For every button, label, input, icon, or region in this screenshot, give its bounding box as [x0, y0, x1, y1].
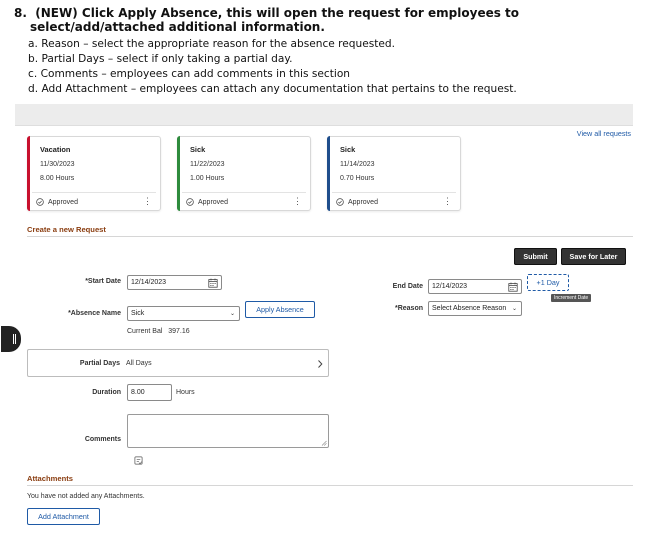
- check-circle-icon: [336, 198, 344, 206]
- calendar-icon[interactable]: [508, 282, 518, 292]
- card-hours: 1.00 Hours: [190, 175, 225, 182]
- step-item-marker: d.: [28, 83, 39, 95]
- card-status: Approved: [336, 198, 378, 206]
- step-heading-text: (NEW) Click Apply Absence, this will ope…: [30, 6, 520, 34]
- start-date-label: *Start Date: [85, 278, 121, 285]
- reason-select[interactable]: Select Absence Reason ⌄: [428, 301, 522, 316]
- absence-card-sick-1[interactable]: Sick 11/22/2023 1.00 Hours Approved ⋮: [177, 136, 311, 211]
- more-options-icon[interactable]: ⋮: [443, 197, 452, 206]
- more-options-icon[interactable]: ⋮: [143, 197, 152, 206]
- check-circle-icon: [36, 198, 44, 206]
- end-date-field[interactable]: 12/14/2023: [428, 279, 522, 294]
- submit-button[interactable]: Submit: [514, 248, 557, 265]
- step-item-text: Partial Days – select if only taking a p…: [41, 53, 293, 65]
- create-request-title: Create a new Request: [27, 225, 106, 234]
- partial-days-row[interactable]: Partial Days All Days: [27, 349, 329, 377]
- partial-days-value: All Days: [126, 360, 152, 367]
- calendar-icon[interactable]: [208, 278, 218, 288]
- save-for-later-button[interactable]: Save for Later: [561, 248, 626, 265]
- step-item-marker: c.: [28, 68, 38, 80]
- chevron-down-icon: ⌄: [511, 306, 517, 312]
- absence-card-vacation[interactable]: Vacation 11/30/2023 8.00 Hours Approved …: [27, 136, 161, 211]
- start-date-field[interactable]: 12/14/2023: [127, 275, 222, 290]
- step-item-add-attachment: d. Add Attachment – employees can attach…: [14, 82, 644, 97]
- increment-date-tooltip: Increment Date: [551, 294, 592, 302]
- reason-label: *Reason: [394, 305, 423, 312]
- card-absence-type: Vacation: [40, 145, 71, 154]
- card-status: Approved: [186, 198, 228, 206]
- step-heading: 8. (NEW) Click Apply Absence, this will …: [14, 6, 644, 34]
- card-status-label: Approved: [348, 198, 378, 206]
- attachments-title: Attachments: [27, 474, 73, 483]
- end-date-label: End Date: [392, 283, 423, 290]
- reason-value: Select Absence Reason: [432, 305, 507, 312]
- top-bar: [15, 104, 633, 126]
- chevron-right-icon: [318, 360, 323, 368]
- comments-label: Comments: [84, 436, 121, 443]
- step-item-marker: b.: [28, 53, 39, 65]
- absence-name-select[interactable]: Sick ⌄: [127, 306, 240, 321]
- section-divider: [27, 485, 633, 486]
- card-status: Approved: [36, 198, 78, 206]
- check-circle-icon: [186, 198, 194, 206]
- step-item-reason: a. Reason – select the appropriate reaso…: [14, 37, 644, 52]
- card-divider: [32, 192, 156, 193]
- card-hours: 0.70 Hours: [340, 175, 375, 182]
- card-absence-type: Sick: [340, 145, 356, 154]
- current-balance: Current Bal 397.16: [127, 328, 190, 335]
- status-color-bar: [327, 136, 330, 211]
- status-color-bar: [177, 136, 180, 211]
- step-list: a. Reason – select the appropriate reaso…: [14, 37, 644, 97]
- section-divider: [27, 236, 633, 237]
- chevron-down-icon: ⌄: [229, 311, 235, 317]
- step-item-partial-days: b. Partial Days – select if only taking …: [14, 52, 644, 67]
- absence-name-value: Sick: [131, 310, 145, 317]
- card-status-label: Approved: [198, 198, 228, 206]
- absence-name-label: *Absence Name: [68, 310, 121, 317]
- duration-field[interactable]: 8.00: [127, 384, 172, 401]
- view-all-requests-link[interactable]: View all requests: [577, 129, 631, 138]
- end-date-value: 12/14/2023: [432, 283, 468, 290]
- duration-unit: Hours: [176, 389, 195, 396]
- absence-card-sick-2[interactable]: Sick 11/14/2023 0.70 Hours Approved ⋮: [327, 136, 461, 211]
- card-divider: [182, 192, 306, 193]
- card-absence-type: Sick: [190, 145, 206, 154]
- card-date: 11/14/2023: [340, 161, 375, 168]
- no-attachments-text: You have not added any Attachments.: [27, 493, 145, 500]
- spell-check-icon[interactable]: [134, 456, 143, 465]
- instructions: 8. (NEW) Click Apply Absence, this will …: [14, 6, 644, 97]
- card-status-label: Approved: [48, 198, 78, 206]
- comments-textarea[interactable]: [127, 414, 329, 448]
- step-item-text: Comments – employees can add comments in…: [40, 68, 351, 80]
- step-item-comments: c. Comments – employees can add comments…: [14, 67, 644, 82]
- card-date: 11/30/2023: [40, 161, 75, 168]
- grip-icon: [13, 334, 14, 344]
- more-options-icon[interactable]: ⋮: [293, 197, 302, 206]
- step-item-marker: a.: [28, 38, 38, 50]
- card-divider: [332, 192, 456, 193]
- duration-label: Duration: [92, 389, 121, 396]
- step-item-text: Reason – select the appropriate reason f…: [41, 38, 396, 50]
- current-balance-label: Current Bal: [127, 328, 163, 335]
- side-panel-handle[interactable]: [1, 326, 21, 352]
- plus-one-day-button[interactable]: +1 Day: [527, 274, 569, 291]
- current-balance-value: 397.16: [168, 328, 190, 335]
- absence-request-screen: View all requests Vacation 11/30/2023 8.…: [1, 104, 633, 536]
- start-date-value: 12/14/2023: [131, 279, 167, 286]
- step-item-text: Add Attachment – employees can attach an…: [41, 83, 517, 95]
- card-hours: 8.00 Hours: [40, 175, 75, 182]
- apply-absence-button[interactable]: Apply Absence: [245, 301, 315, 318]
- partial-days-label: Partial Days: [79, 360, 120, 367]
- status-color-bar: [27, 136, 30, 211]
- card-date: 11/22/2023: [190, 161, 225, 168]
- step-number: 8.: [14, 6, 27, 20]
- add-attachment-button[interactable]: Add Attachment: [27, 508, 100, 525]
- duration-value: 8.00: [131, 389, 145, 396]
- resize-handle-icon[interactable]: [321, 440, 327, 446]
